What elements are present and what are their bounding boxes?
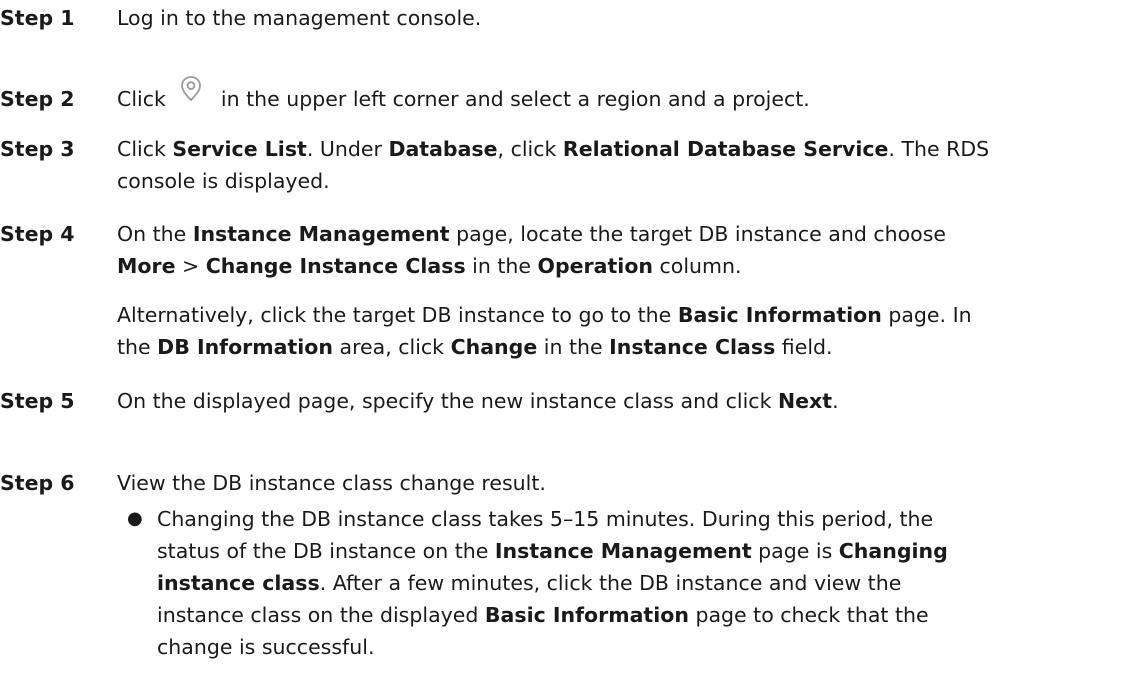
- step-label: Step 4: [0, 222, 75, 246]
- bullet-dot: ●: [127, 508, 143, 529]
- step-label: Step 1: [0, 6, 75, 30]
- location-pin-icon: [174, 73, 208, 105]
- rds-term: Relational Database Service: [562, 137, 889, 161]
- step-text: On the Instance Management page, locate …: [117, 222, 947, 278]
- database-term: Database: [388, 137, 498, 161]
- step-label: Step 6: [0, 471, 75, 495]
- service-list-term: Service List: [172, 137, 307, 161]
- next-term: Next: [777, 389, 833, 413]
- step-text: Click in the upper left corner and selec…: [117, 76, 810, 115]
- step-text: Log in to the management console.: [117, 6, 482, 30]
- step-4-alternative: Alternatively, click the target DB insta…: [117, 303, 972, 359]
- step-text: Click Service List. Under Database, clic…: [117, 137, 990, 193]
- bullet-text: Changing the DB instance class takes 5–1…: [157, 507, 948, 659]
- step-label: Step 5: [0, 389, 75, 413]
- step-label: Step 2: [0, 87, 75, 111]
- step-text: View the DB instance class change result…: [117, 471, 546, 495]
- step-text: On the displayed page, specify the new i…: [117, 389, 839, 413]
- step-label: Step 3: [0, 137, 75, 161]
